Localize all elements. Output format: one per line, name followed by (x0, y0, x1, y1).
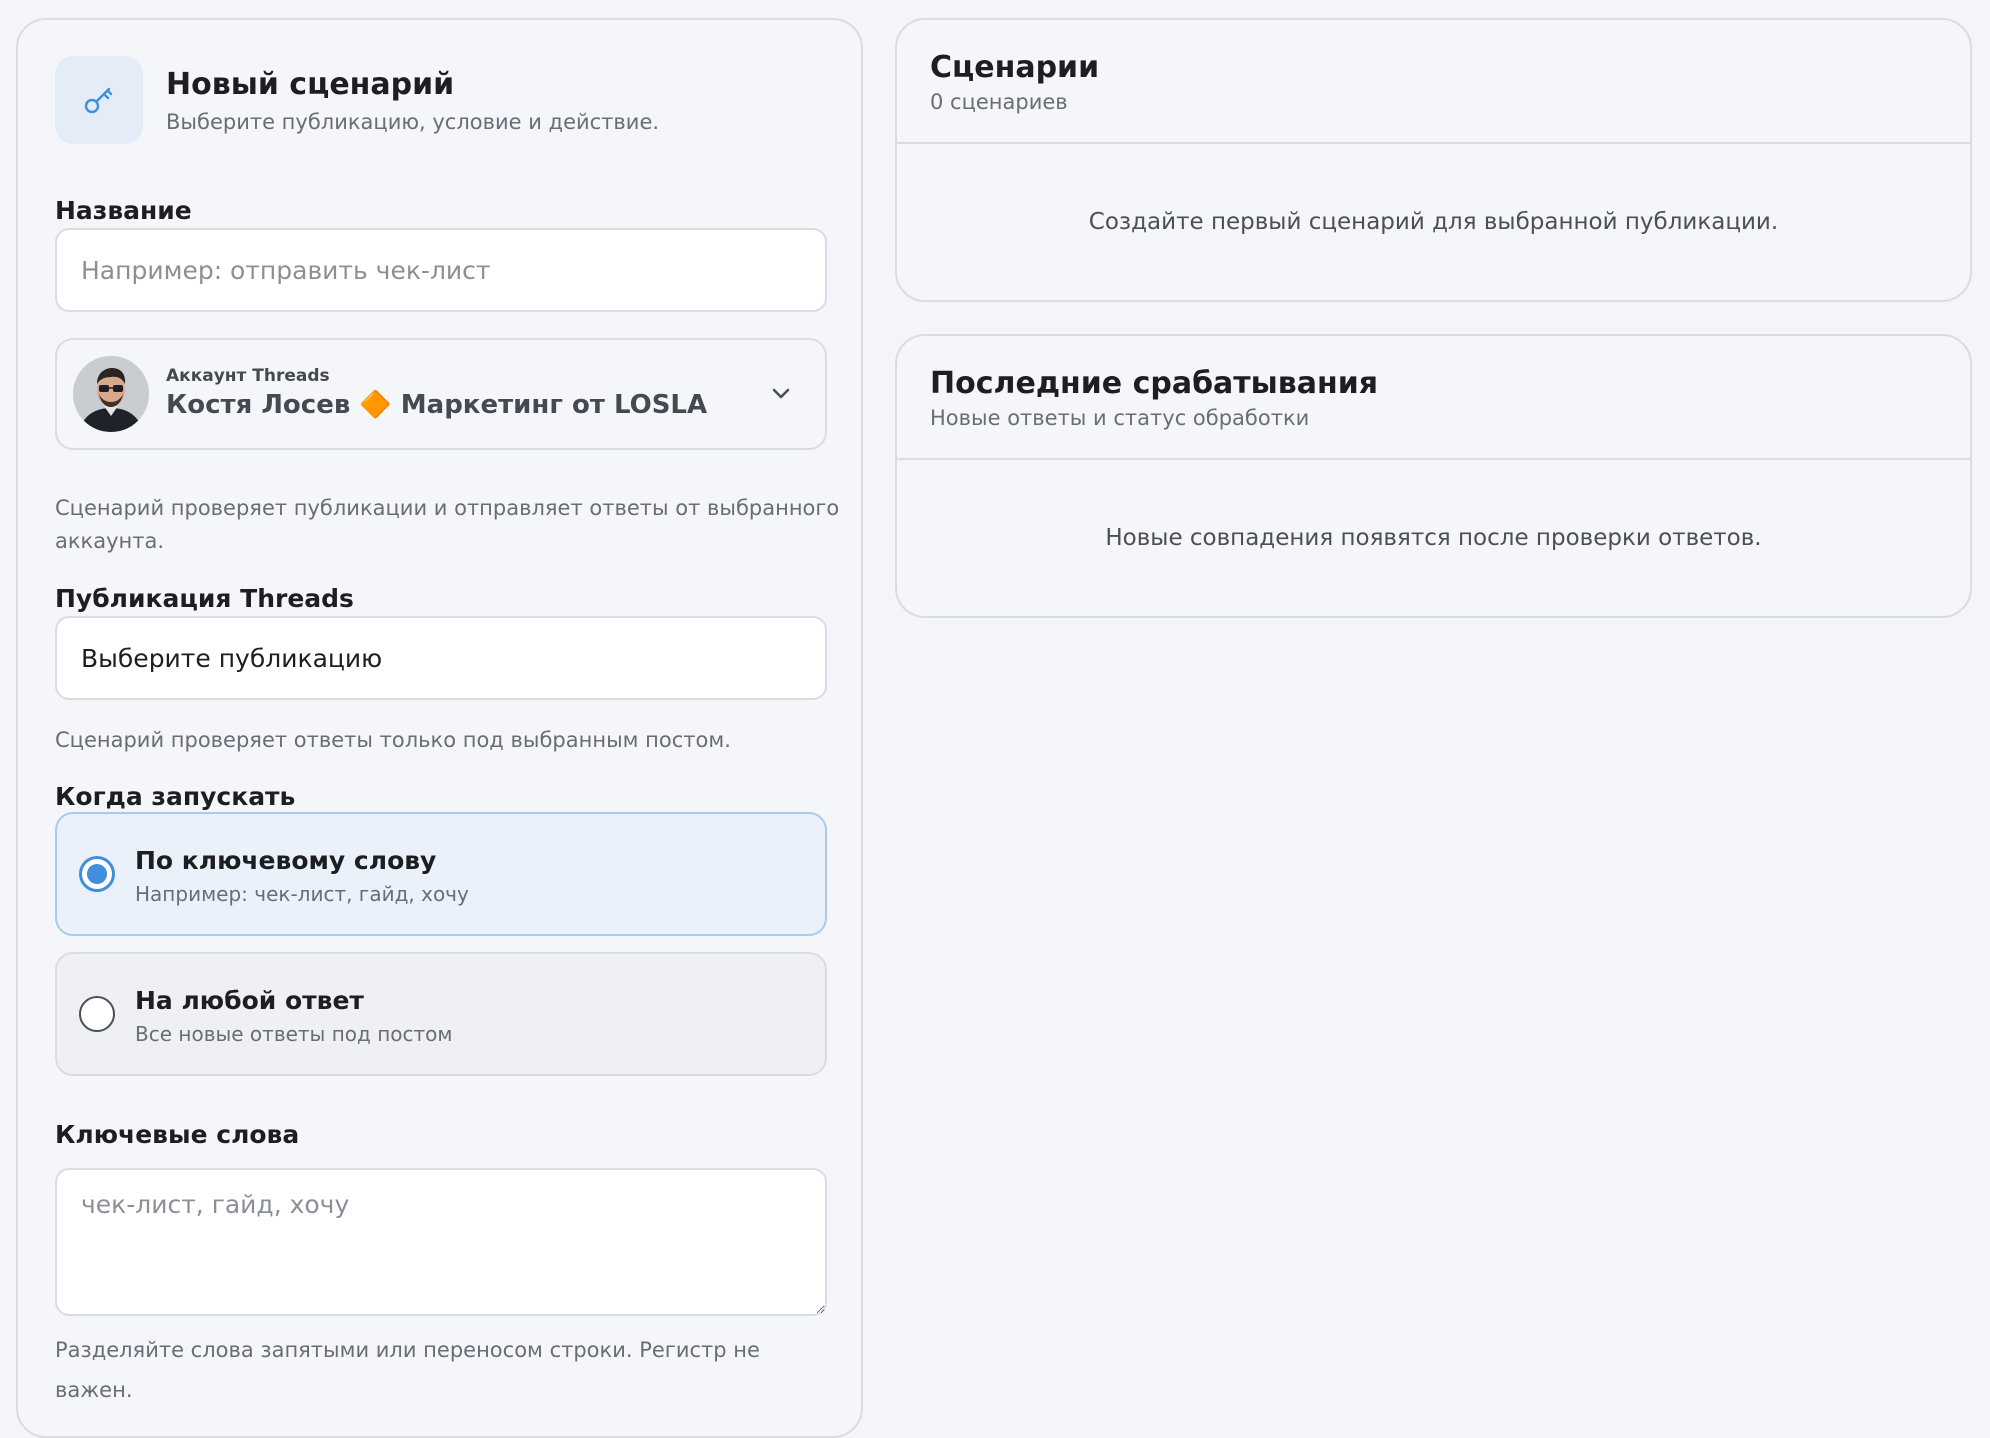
publication-select[interactable]: Выберите публикацию (55, 616, 827, 700)
recent-triggers-subtitle: Новые ответы и статус обработки (930, 406, 1310, 430)
trigger-option-description: Например: чек-лист, гайд, хочу (135, 882, 469, 906)
name-label: Название (55, 196, 192, 225)
form-subtitle: Выберите публикацию, условие и действие. (166, 110, 660, 134)
form-title: Новый сценарий (166, 67, 455, 102)
scenarios-count: 0 сценариев (930, 90, 1068, 114)
account-hint: Сценарий проверяет публикации и отправля… (55, 496, 840, 553)
publication-select-value: Выберите публикацию (81, 643, 383, 673)
trigger-option-title: На любой ответ (135, 986, 364, 1015)
new-scenario-card: Новый сценарий Выберите публикацию, усло… (16, 18, 863, 1438)
trigger-option-any-reply[interactable]: На любой ответ Все новые ответы под пост… (55, 952, 827, 1076)
radio-checked[interactable] (79, 856, 115, 892)
trigger-option-description: Все новые ответы под постом (135, 1022, 453, 1046)
avatar (73, 356, 149, 432)
recent-triggers-header: Последние срабатывания Новые ответы и ст… (897, 336, 1970, 460)
chevron-down-icon (772, 388, 790, 399)
scenarios-panel-header: Сценарии 0 сценариев (897, 20, 1970, 144)
scenarios-title: Сценарии (930, 50, 1100, 85)
account-name: Костя Лосев 🔶 Маркетинг от LOSLA (166, 390, 708, 420)
scenarios-empty-state: Создайте первый сценарий для выбранной п… (1088, 209, 1779, 235)
scenarios-panel: Сценарии 0 сценариев Создайте первый сце… (895, 18, 1972, 302)
recent-triggers-empty-state: Новые совпадения появятся после проверки… (1105, 525, 1762, 551)
account-select[interactable]: Аккаунт Threads Костя Лосев 🔶 Маркетинг … (55, 338, 827, 450)
radio-unchecked[interactable] (79, 996, 115, 1032)
keywords-input[interactable] (55, 1168, 827, 1316)
scenario-name-input[interactable] (55, 228, 827, 312)
publication-hint: Сценарий проверяет ответы только под выб… (55, 728, 731, 752)
keywords-hint: Разделяйте слова запятыми или переносом … (55, 1338, 760, 1402)
keywords-label: Ключевые слова (55, 1120, 300, 1149)
publication-label: Публикация Threads (55, 584, 354, 613)
recent-triggers-title: Последние срабатывания (930, 366, 1379, 401)
account-caption: Аккаунт Threads (166, 366, 330, 386)
key-icon (55, 56, 143, 144)
recent-triggers-panel: Последние срабатывания Новые ответы и ст… (895, 334, 1972, 618)
trigger-option-title: По ключевому слову (135, 846, 437, 875)
trigger-option-keyword[interactable]: По ключевому слову Например: чек-лист, г… (55, 812, 827, 936)
trigger-label: Когда запускать (55, 782, 296, 811)
